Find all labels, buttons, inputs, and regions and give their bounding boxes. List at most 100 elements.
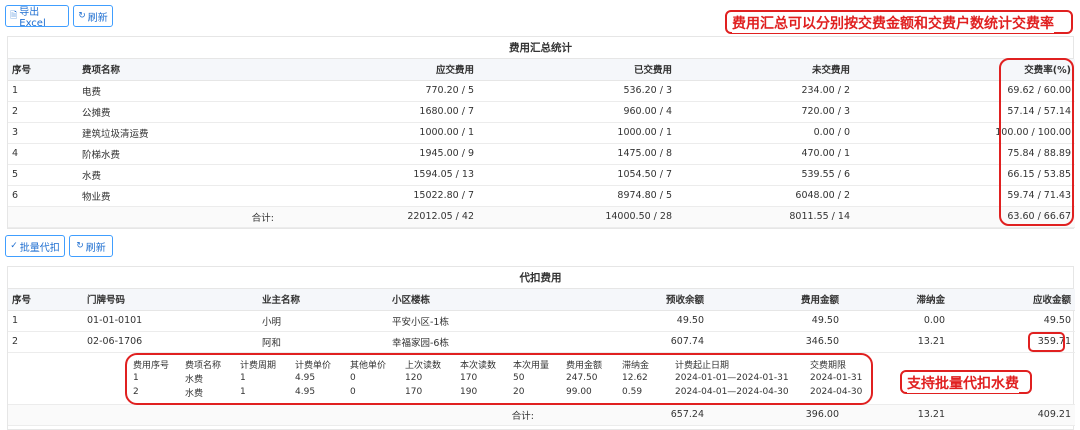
col-unpaid: 未交费用 (676, 59, 854, 81)
cell: 2 (8, 331, 83, 353)
cell: 8974.80 / 5 (478, 185, 676, 207)
fee-summary-table: 序号 费项名称 应交费用 已交费用 未交费用 交费率(%) 1 电费 770.2… (8, 59, 1075, 228)
cell: 1000.00 / 1 (278, 122, 478, 144)
cell: 607.74 (538, 331, 708, 353)
col-receivable: 应收金额 (949, 289, 1075, 311)
total-row: 合计: 22012.05 / 42 14000.50 / 28 8011.55 … (8, 206, 1075, 228)
cell: 234.00 / 2 (676, 80, 854, 102)
batch-deduct-button[interactable]: ✓ 批量代扣 (5, 235, 65, 257)
cell: 0.00 / 0 (676, 122, 854, 144)
annotation-box-detail (125, 353, 873, 405)
total-row: 合计: 657.24 396.00 13.21 409.21 (8, 404, 1075, 426)
annotation-rate-note: 费用汇总可以分别按交费金额和交费户数统计交费率 (732, 13, 1054, 33)
fee-summary-title: 费用汇总统计 (8, 37, 1073, 59)
total-late-fee: 13.21 (843, 404, 949, 426)
check-icon: ✓ (10, 241, 18, 251)
table-row: 6 物业费 15022.80 / 7 8974.80 / 5 6048.00 /… (8, 185, 1075, 207)
col-late-fee: 滞纳金 (843, 289, 949, 311)
cell (8, 206, 78, 228)
cell: 1054.50 / 7 (478, 164, 676, 186)
cell (8, 404, 388, 426)
cell: 3 (8, 122, 78, 144)
cell: 平安小区-1栋 (388, 310, 538, 332)
cell: 49.50 (708, 310, 843, 332)
cell: 15022.80 / 7 (278, 185, 478, 207)
total-label: 合计: (78, 206, 278, 228)
col-building: 小区楼栋 (388, 289, 538, 311)
cell: 1 (8, 310, 83, 332)
cell: 阿和 (258, 331, 388, 353)
annotation-box-receivable (1028, 332, 1065, 352)
annotation-box-rate-column (999, 58, 1074, 226)
cell: 公摊费 (78, 101, 278, 123)
deduct-title: 代扣费用 (8, 267, 1073, 289)
cell: 小明 (258, 310, 388, 332)
cell: 960.00 / 4 (478, 101, 676, 123)
cell: 1945.00 / 9 (278, 143, 478, 165)
total-unpaid: 8011.55 / 14 (676, 206, 854, 228)
table-row: 4 阶梯水费 1945.00 / 9 1475.00 / 8 470.00 / … (8, 143, 1075, 165)
cell: 49.50 (949, 310, 1075, 332)
cell: 6048.00 / 2 (676, 185, 854, 207)
cell: 539.55 / 6 (676, 164, 854, 186)
annotation-batch-note: 支持批量代扣水费 (907, 373, 1019, 393)
cell: 2 (8, 101, 78, 123)
cell: 470.00 / 1 (676, 143, 854, 165)
col-owner: 业主名称 (258, 289, 388, 311)
cell: 1000.00 / 1 (478, 122, 676, 144)
refresh-button-top[interactable]: ↻ 刷新 (73, 5, 113, 27)
cell: 建筑垃圾清运费 (78, 122, 278, 144)
refresh-label: 刷新 (85, 242, 106, 254)
cell: 幸福家园-6栋 (388, 331, 538, 353)
batch-deduct-label: 批量代扣 (19, 242, 60, 254)
cell: 536.20 / 3 (478, 80, 676, 102)
table-row: 2 公摊费 1680.00 / 7 960.00 / 4 720.00 / 3 … (8, 101, 1075, 123)
cell: 770.20 / 5 (278, 80, 478, 102)
col-fee-name: 费项名称 (78, 59, 278, 81)
fee-summary-panel: 费用汇总统计 序号 费项名称 应交费用 已交费用 未交费用 交费率(%) 1 电… (7, 36, 1075, 229)
col-house-number: 门牌号码 (83, 289, 258, 311)
cell: 720.00 / 3 (676, 101, 854, 123)
refresh-button-bottom[interactable]: ↻ 刷新 (69, 235, 113, 257)
total-due: 22012.05 / 42 (278, 206, 478, 228)
total-receivable: 409.21 (949, 404, 1075, 426)
total-prepaid: 657.24 (538, 404, 708, 426)
col-fee-amount: 费用金额 (708, 289, 843, 311)
cell: 0.00 (843, 310, 949, 332)
refresh-icon: ↻ (76, 241, 84, 251)
col-prepaid-balance: 预收余额 (538, 289, 708, 311)
col-index: 序号 (8, 59, 78, 81)
cell: 6 (8, 185, 78, 207)
export-excel-label: 导出Excel (19, 7, 46, 29)
cell: 5 (8, 164, 78, 186)
cell: 阶梯水费 (78, 143, 278, 165)
total-label: 合计: (388, 404, 538, 426)
export-excel-button[interactable]: 🗎 导出Excel (5, 5, 69, 29)
cell: 1680.00 / 7 (278, 101, 478, 123)
total-fee: 396.00 (708, 404, 843, 426)
table-row[interactable]: 1 01-01-0101 小明 平安小区-1栋 49.50 49.50 0.00… (8, 310, 1075, 332)
document-icon: 🗎 (10, 11, 18, 21)
table-row[interactable]: 2 02-06-1706 阿和 幸福家园-6栋 607.74 346.50 13… (8, 331, 1075, 353)
refresh-icon: ↻ (78, 11, 86, 21)
col-index: 序号 (8, 289, 83, 311)
cell: 346.50 (708, 331, 843, 353)
cell: 49.50 (538, 310, 708, 332)
cell: 01-01-0101 (83, 310, 258, 332)
total-paid: 14000.50 / 28 (478, 206, 676, 228)
deduct-panel: 代扣费用 序号 门牌号码 业主名称 小区楼栋 预收余额 费用金额 滞纳金 应收金… (7, 266, 1075, 430)
cell: 电费 (78, 80, 278, 102)
col-due: 应交费用 (278, 59, 478, 81)
table-row: 1 电费 770.20 / 5 536.20 / 3 234.00 / 2 69… (8, 80, 1075, 102)
cell: 4 (8, 143, 78, 165)
cell: 水费 (78, 164, 278, 186)
table-row: 5 水费 1594.05 / 13 1054.50 / 7 539.55 / 6… (8, 164, 1075, 186)
cell: 1 (8, 80, 78, 102)
refresh-label: 刷新 (87, 12, 108, 24)
col-paid: 已交费用 (478, 59, 676, 81)
cell: 13.21 (843, 331, 949, 353)
cell: 物业费 (78, 185, 278, 207)
table-row: 3 建筑垃圾清运费 1000.00 / 1 1000.00 / 1 0.00 /… (8, 122, 1075, 144)
cell: 1475.00 / 8 (478, 143, 676, 165)
cell: 02-06-1706 (83, 331, 258, 353)
